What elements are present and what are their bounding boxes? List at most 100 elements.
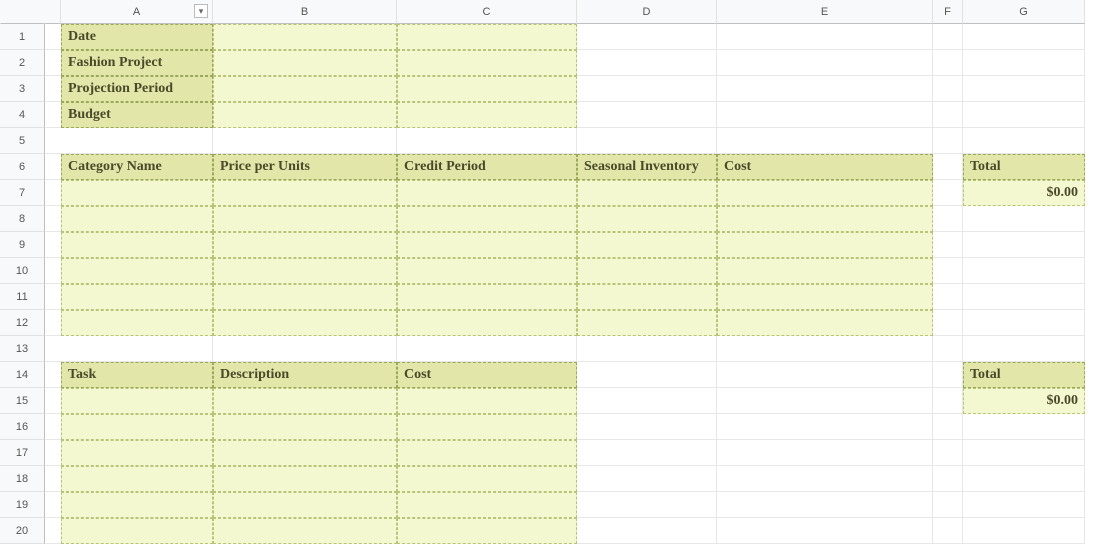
cell-A6[interactable]: Category Name — [61, 154, 213, 180]
cell-G19[interactable] — [963, 492, 1085, 518]
cell-E14[interactable] — [717, 362, 933, 388]
cell-C8[interactable] — [397, 206, 577, 232]
cell-A9[interactable] — [61, 232, 213, 258]
cell-E15[interactable] — [717, 388, 933, 414]
cell-B8[interactable] — [213, 206, 397, 232]
cell-A10[interactable] — [61, 258, 213, 284]
cell-C18[interactable] — [397, 466, 577, 492]
cell-G2[interactable] — [963, 50, 1085, 76]
cell-C16[interactable] — [397, 414, 577, 440]
cell-D9[interactable] — [577, 232, 717, 258]
cell-E13[interactable] — [717, 336, 933, 362]
cell-C3[interactable] — [397, 76, 577, 102]
cell-C2[interactable] — [397, 50, 577, 76]
cell-F1[interactable] — [933, 24, 963, 50]
cell-G7[interactable]: $0.00 — [963, 180, 1085, 206]
cell-D10[interactable] — [577, 258, 717, 284]
cell-F9[interactable] — [933, 232, 963, 258]
cell-G18[interactable] — [963, 466, 1085, 492]
cell-D11[interactable] — [577, 284, 717, 310]
row-head-15[interactable]: 15 — [0, 388, 45, 414]
select-all-corner[interactable] — [0, 0, 45, 24]
cell-B20[interactable] — [213, 518, 397, 544]
cell-E18[interactable] — [717, 466, 933, 492]
cell-A12[interactable] — [61, 310, 213, 336]
cell-D8[interactable] — [577, 206, 717, 232]
cell-F4[interactable] — [933, 102, 963, 128]
cell-G1[interactable] — [963, 24, 1085, 50]
cell-B1[interactable] — [213, 24, 397, 50]
cell-G20[interactable] — [963, 518, 1085, 544]
cell-E17[interactable] — [717, 440, 933, 466]
cell-G16[interactable] — [963, 414, 1085, 440]
cell-B15[interactable] — [213, 388, 397, 414]
cell-E2[interactable] — [717, 50, 933, 76]
cell-C12[interactable] — [397, 310, 577, 336]
cell-C20[interactable] — [397, 518, 577, 544]
cell-F13[interactable] — [933, 336, 963, 362]
cell-A8[interactable] — [61, 206, 213, 232]
cell-D15[interactable] — [577, 388, 717, 414]
cell-B12[interactable] — [213, 310, 397, 336]
cell-A15[interactable] — [61, 388, 213, 414]
cell-B13[interactable] — [213, 336, 397, 362]
cell-E16[interactable] — [717, 414, 933, 440]
cell-G13[interactable] — [963, 336, 1085, 362]
cell-A13[interactable] — [61, 336, 213, 362]
row-head-14[interactable]: 14 — [0, 362, 45, 388]
cell-B3[interactable] — [213, 76, 397, 102]
cell-C7[interactable] — [397, 180, 577, 206]
row-head-20[interactable]: 20 — [0, 518, 45, 544]
col-head-F[interactable]: F — [933, 0, 963, 24]
cell-F17[interactable] — [933, 440, 963, 466]
cell-B7[interactable] — [213, 180, 397, 206]
cell-G15[interactable]: $0.00 — [963, 388, 1085, 414]
row-head-12[interactable]: 12 — [0, 310, 45, 336]
cell-F12[interactable] — [933, 310, 963, 336]
cell-E8[interactable] — [717, 206, 933, 232]
cell-D4[interactable] — [577, 102, 717, 128]
cell-F11[interactable] — [933, 284, 963, 310]
cell-D7[interactable] — [577, 180, 717, 206]
cell-B4[interactable] — [213, 102, 397, 128]
cell-A14[interactable]: Task — [61, 362, 213, 388]
row-head-4[interactable]: 4 — [0, 102, 45, 128]
cell-F18[interactable] — [933, 466, 963, 492]
cell-A3[interactable]: Projection Period — [61, 76, 213, 102]
cell-F15[interactable] — [933, 388, 963, 414]
cell-G11[interactable] — [963, 284, 1085, 310]
cell-E1[interactable] — [717, 24, 933, 50]
cell-G4[interactable] — [963, 102, 1085, 128]
cell-G14[interactable]: Total — [963, 362, 1085, 388]
row-head-6[interactable]: 6 — [0, 154, 45, 180]
cell-G17[interactable] — [963, 440, 1085, 466]
cell-D14[interactable] — [577, 362, 717, 388]
col-head-D[interactable]: D — [577, 0, 717, 24]
cell-A20[interactable] — [61, 518, 213, 544]
cell-E19[interactable] — [717, 492, 933, 518]
cell-B16[interactable] — [213, 414, 397, 440]
row-head-2[interactable]: 2 — [0, 50, 45, 76]
cell-B10[interactable] — [213, 258, 397, 284]
cell-E12[interactable] — [717, 310, 933, 336]
col-head-E[interactable]: E — [717, 0, 933, 24]
cell-G5[interactable] — [963, 128, 1085, 154]
cell-B17[interactable] — [213, 440, 397, 466]
cell-C17[interactable] — [397, 440, 577, 466]
cell-D20[interactable] — [577, 518, 717, 544]
filter-icon[interactable]: ▾ — [194, 4, 208, 18]
row-head-8[interactable]: 8 — [0, 206, 45, 232]
cell-C9[interactable] — [397, 232, 577, 258]
cell-B5[interactable] — [213, 128, 397, 154]
cell-A2[interactable]: Fashion Project — [61, 50, 213, 76]
cell-G10[interactable] — [963, 258, 1085, 284]
row-head-5[interactable]: 5 — [0, 128, 45, 154]
cell-E9[interactable] — [717, 232, 933, 258]
cell-C6[interactable]: Credit Period — [397, 154, 577, 180]
cell-B9[interactable] — [213, 232, 397, 258]
cell-A1[interactable]: Date — [61, 24, 213, 50]
cell-B18[interactable] — [213, 466, 397, 492]
cell-C13[interactable] — [397, 336, 577, 362]
cell-D16[interactable] — [577, 414, 717, 440]
cell-B14[interactable]: Description — [213, 362, 397, 388]
